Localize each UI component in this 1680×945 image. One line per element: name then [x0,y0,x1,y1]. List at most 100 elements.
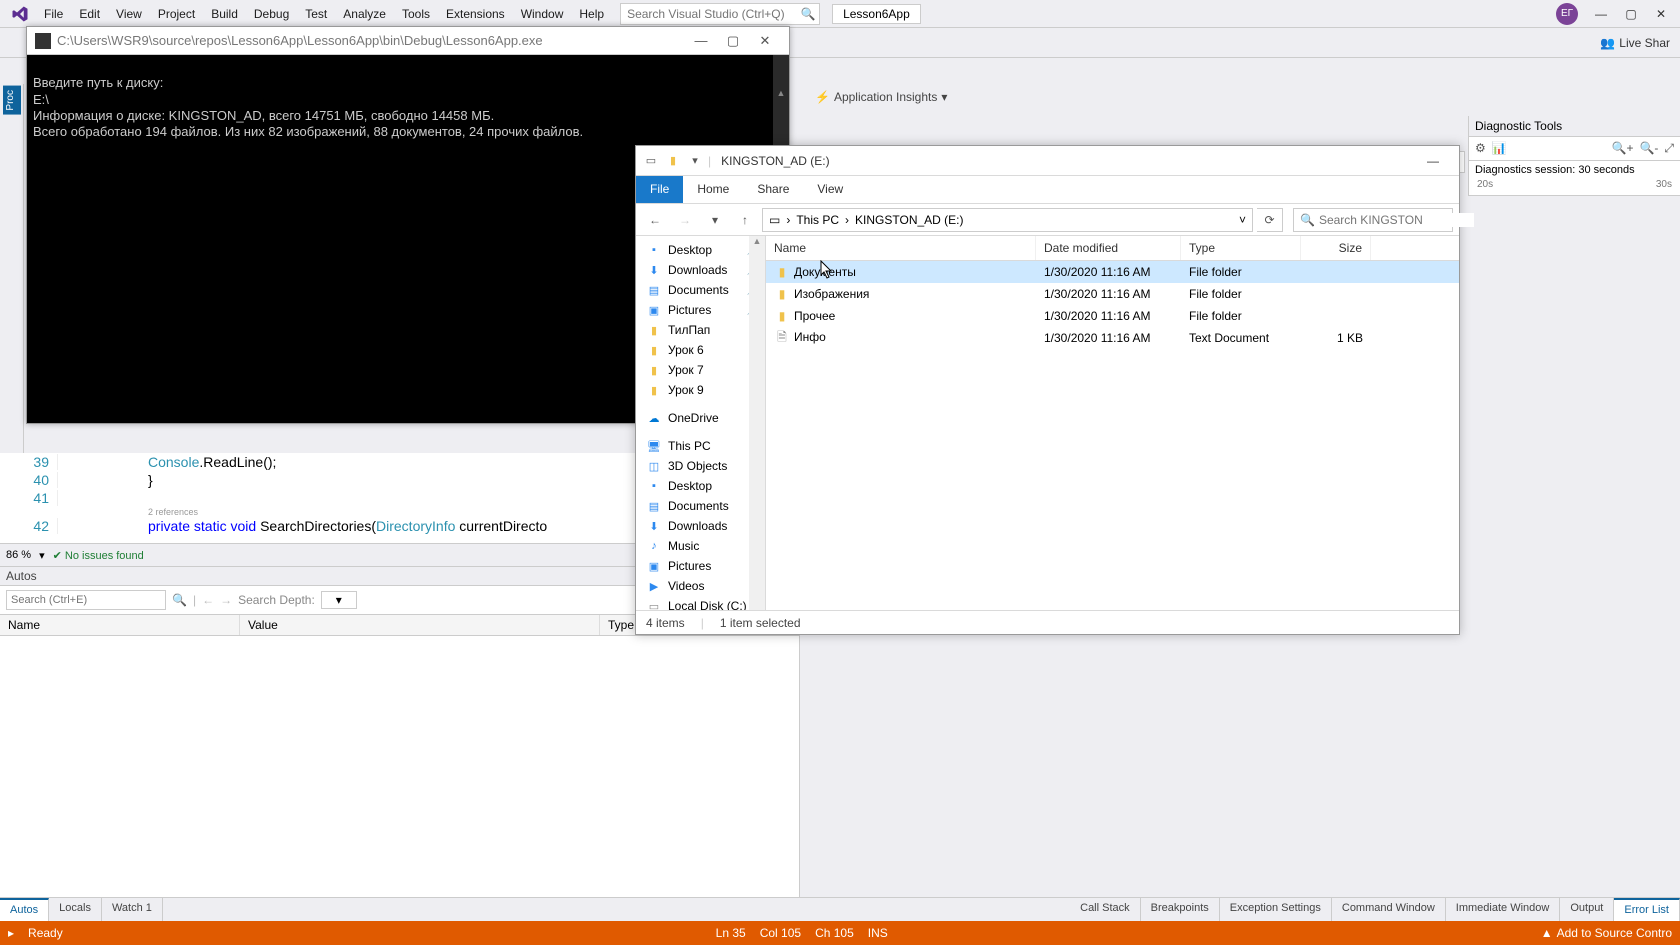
tab-command-window[interactable]: Command Window [1332,898,1446,921]
tab-autos[interactable]: Autos [0,898,49,921]
tree-scrollbar[interactable]: ▲ [749,236,765,610]
file-row[interactable]: 🗎Инфо1/30/2020 11:16 AMText Document1 KB [766,327,1459,350]
tree-folder[interactable]: ▮ТилПап [636,320,765,340]
col-header-name[interactable]: Name [766,236,1036,260]
tree-documents[interactable]: ▤Documents📌 [636,280,765,300]
zoom-out-icon[interactable]: 🔍- [1639,141,1658,156]
solution-name[interactable]: Lesson6App [832,4,921,24]
depth-dropdown[interactable]: ▾ [321,591,357,609]
application-insights-dropdown[interactable]: ⚡ Application Insights ▾ [815,90,947,104]
ribbon-tab-share[interactable]: Share [743,176,803,203]
vs-close-button[interactable]: ✕ [1646,3,1676,25]
tree-videos[interactable]: ▶Videos [636,576,765,596]
vs-quick-search[interactable]: 🔍 [620,3,820,25]
zoom-level[interactable]: 86 % [6,549,31,561]
tab-immediate-window[interactable]: Immediate Window [1446,898,1561,921]
add-to-source-control-button[interactable]: ▲ Add to Source Contro [1541,926,1672,940]
col-header-size[interactable]: Size [1301,236,1371,260]
tab-exception-settings[interactable]: Exception Settings [1220,898,1332,921]
menu-analyze[interactable]: Analyze [335,3,394,25]
menu-extensions[interactable]: Extensions [438,3,513,25]
explorer-search-input[interactable] [1319,213,1474,227]
breadcrumb-this-pc[interactable]: This PC [796,213,839,227]
col-value[interactable]: Value [240,615,600,635]
ribbon-tab-home[interactable]: Home [683,176,743,203]
tab-breakpoints[interactable]: Breakpoints [1141,898,1220,921]
ribbon-tab-view[interactable]: View [803,176,857,203]
col-header-date[interactable]: Date modified [1036,236,1181,260]
chevron-down-icon[interactable]: ˅ [1239,213,1246,227]
nav-up-button[interactable]: ↑ [732,207,758,233]
vs-quick-search-input[interactable] [621,7,797,21]
menu-debug[interactable]: Debug [246,3,297,25]
no-issues-badge[interactable]: ✔ No issues found [53,549,144,562]
tree-documents[interactable]: ▤Documents [636,496,765,516]
console-close-button[interactable]: ✕ [749,30,781,52]
address-bar[interactable]: ▭ › This PC › KINGSTON_AD (E:) ˅ [762,208,1253,232]
tab-error-list[interactable]: Error List [1614,898,1680,921]
tab-call-stack[interactable]: Call Stack [1070,898,1141,921]
breadcrumb-current[interactable]: KINGSTON_AD (E:) [855,213,963,227]
menu-window[interactable]: Window [513,3,572,25]
reset-zoom-icon[interactable]: ⤢ [1664,141,1674,156]
tree-3d-objects[interactable]: ◫3D Objects [636,456,765,476]
chevron-down-icon[interactable]: ▾ [39,549,45,562]
process-tab[interactable]: Proc [3,86,21,115]
col-name[interactable]: Name [0,615,240,635]
console-minimize-button[interactable]: — [685,30,717,52]
tree-pictures[interactable]: ▣Pictures [636,556,765,576]
tree-onedrive[interactable]: ☁OneDrive [636,408,765,428]
tree-downloads[interactable]: ⬇Downloads [636,516,765,536]
tree-music[interactable]: ♪Music [636,536,765,556]
menu-test[interactable]: Test [297,3,335,25]
navigation-tree[interactable]: ▪Desktop📌 ⬇Downloads📌 ▤Documents📌 ▣Pictu… [636,236,766,610]
nav-recent-dropdown[interactable]: ▾ [702,207,728,233]
console-maximize-button[interactable]: ▢ [717,30,749,52]
explorer-search[interactable]: 🔍 [1293,208,1453,232]
tree-this-pc[interactable]: 🖥This PC [636,436,765,456]
tree-folder[interactable]: ▮Урок 9 [636,380,765,400]
menu-edit[interactable]: Edit [71,3,108,25]
vs-minimize-button[interactable]: — [1586,3,1616,25]
explorer-titlebar[interactable]: ▭ ▮ ▾ | KINGSTON_AD (E:) — [636,146,1459,176]
explorer-minimize-button[interactable]: — [1413,147,1453,175]
tree-pictures[interactable]: ▣Pictures📌 [636,300,765,320]
menu-tools[interactable]: Tools [394,3,438,25]
menu-help[interactable]: Help [571,3,612,25]
tree-folder[interactable]: ▮Урок 6 [636,340,765,360]
vs-maximize-button[interactable]: ▢ [1616,3,1646,25]
search-icon[interactable]: 🔍 [172,593,187,607]
ribbon-tab-file[interactable]: File [636,176,683,203]
file-row[interactable]: ▮Изображения1/30/2020 11:16 AMFile folde… [766,283,1459,305]
live-share-button[interactable]: 👥 Live Shar [1600,36,1670,50]
scroll-up-icon[interactable]: ▲ [773,88,789,104]
nav-fwd-icon[interactable]: → [220,593,232,607]
nav-back-button[interactable]: ← [642,207,668,233]
console-titlebar[interactable]: C:\Users\WSR9\source\repos\Lesson6App\Le… [27,27,789,55]
refresh-button[interactable]: ⟳ [1257,208,1283,232]
tab-watch1[interactable]: Watch 1 [102,898,163,921]
autos-search-input[interactable] [6,590,166,610]
menu-project[interactable]: Project [150,3,203,25]
tab-locals[interactable]: Locals [49,898,102,921]
nav-forward-button[interactable]: → [672,207,698,233]
file-row[interactable]: ▮Документы1/30/2020 11:16 AMFile folder [766,261,1459,283]
file-row[interactable]: ▮Прочее1/30/2020 11:16 AMFile folder [766,305,1459,327]
gear-icon[interactable]: ⚙ [1475,141,1486,156]
zoom-in-icon[interactable]: 🔍+ [1612,141,1634,156]
scroll-up-icon[interactable]: ▲ [749,236,765,252]
tree-local-disk-c[interactable]: ▭Local Disk (C:) [636,596,765,610]
tree-desktop[interactable]: ▪Desktop [636,476,765,496]
menu-view[interactable]: View [108,3,150,25]
tree-folder[interactable]: ▮Урок 7 [636,360,765,380]
tab-output[interactable]: Output [1560,898,1614,921]
qat-dropdown-icon[interactable]: ▾ [686,152,704,170]
user-badge[interactable]: ЕГ [1556,3,1578,25]
col-header-type[interactable]: Type [1181,236,1301,260]
tree-desktop[interactable]: ▪Desktop📌 [636,240,765,260]
menu-build[interactable]: Build [203,3,246,25]
chart-icon[interactable]: 📊 [1492,141,1507,156]
nav-back-icon[interactable]: ← [202,593,214,607]
menu-file[interactable]: File [36,3,71,25]
tree-downloads[interactable]: ⬇Downloads📌 [636,260,765,280]
